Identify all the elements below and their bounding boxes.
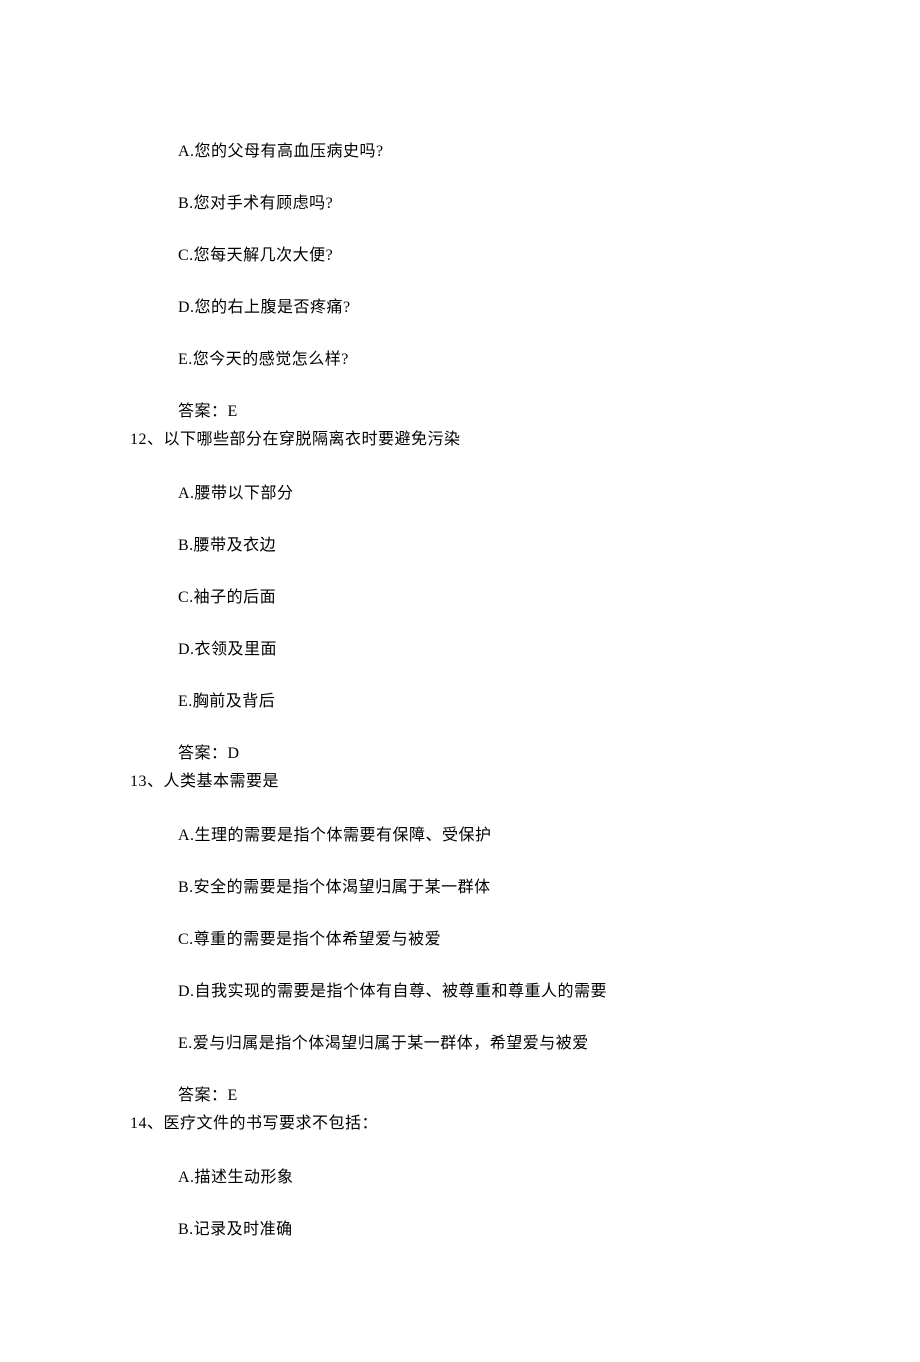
q11-option-b: B.您对手术有顾虑吗? — [178, 192, 790, 216]
q13-answer: 答案：E — [178, 1084, 790, 1108]
q12-option-c: C.袖子的后面 — [178, 586, 790, 610]
q12-option-b: B.腰带及衣边 — [178, 534, 790, 558]
q11-option-a: A.您的父母有高血压病史吗? — [178, 140, 790, 164]
q14-option-b: B.记录及时准确 — [178, 1218, 790, 1242]
q12-option-d: D.衣领及里面 — [178, 638, 790, 662]
q13-option-a: A.生理的需要是指个体需要有保障、受保护 — [178, 824, 790, 848]
q11-option-e: E.您今天的感觉怎么样? — [178, 348, 790, 372]
q13-stem: 13、人类基本需要是 — [130, 770, 790, 794]
q14-stem: 14、医疗文件的书写要求不包括： — [130, 1112, 790, 1136]
q13-option-c: C.尊重的需要是指个体希望爱与被爱 — [178, 928, 790, 952]
q13-option-e: E.爱与归属是指个体渴望归属于某一群体，希望爱与被爱 — [178, 1032, 790, 1056]
q11-answer: 答案：E — [178, 400, 790, 424]
q11-option-d: D.您的右上腹是否疼痛? — [178, 296, 790, 320]
q12-option-e: E.胸前及背后 — [178, 690, 790, 714]
page-content: A.您的父母有高血压病史吗? B.您对手术有顾虑吗? C.您每天解几次大便? D… — [0, 0, 920, 1362]
q12-option-a: A.腰带以下部分 — [178, 482, 790, 506]
q13-option-b: B.安全的需要是指个体渴望归属于某一群体 — [178, 876, 790, 900]
q11-option-c: C.您每天解几次大便? — [178, 244, 790, 268]
q14-option-a: A.描述生动形象 — [178, 1166, 790, 1190]
q12-stem: 12、以下哪些部分在穿脱隔离衣时要避免污染 — [130, 428, 790, 452]
q12-answer: 答案：D — [178, 742, 790, 766]
q13-option-d: D.自我实现的需要是指个体有自尊、被尊重和尊重人的需要 — [178, 980, 790, 1004]
